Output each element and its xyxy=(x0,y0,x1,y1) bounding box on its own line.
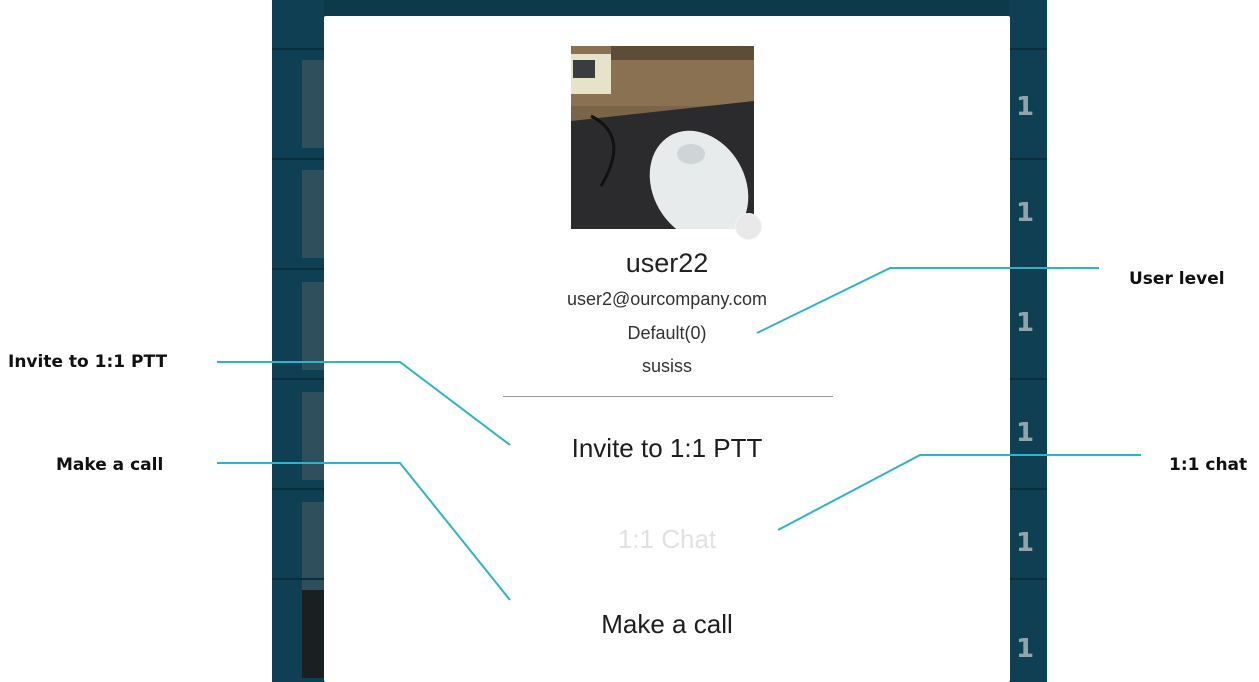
callout-line-invite-ptt xyxy=(217,361,511,446)
callout-line-chat xyxy=(777,454,1141,531)
callout-user-level: User level xyxy=(1129,269,1225,289)
callout-make-call: Make a call xyxy=(56,455,164,475)
callout-chat: 1:1 chat xyxy=(1169,455,1248,475)
callout-invite-ptt: Invite to 1:1 PTT xyxy=(8,352,168,372)
callout-line-user-level xyxy=(756,267,1099,334)
callout-lines xyxy=(217,267,1141,601)
callout-line-make-call xyxy=(217,462,511,601)
